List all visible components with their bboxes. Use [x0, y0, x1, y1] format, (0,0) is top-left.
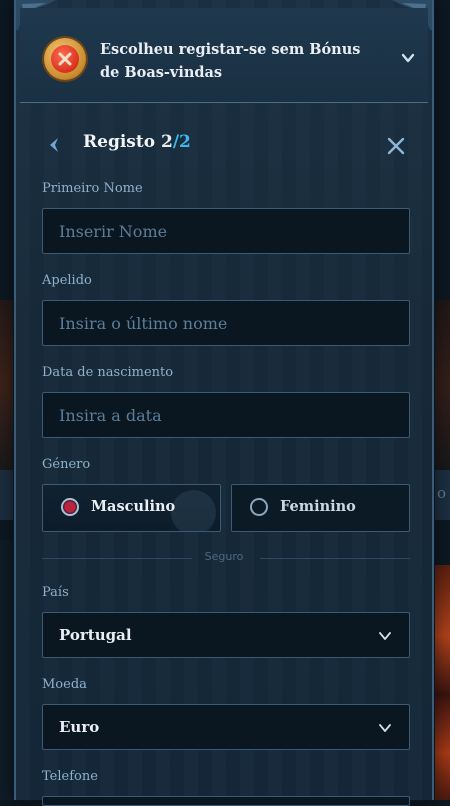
gender-option-female-label: Feminino: [280, 498, 356, 515]
close-icon[interactable]: [386, 136, 406, 156]
currency-select-value: Euro: [59, 718, 100, 736]
bonus-banner[interactable]: Escolheu registar-se sem Bónus de Boas-v…: [20, 8, 428, 103]
first-name-input[interactable]: [43, 209, 409, 253]
background-panel-left: [0, 540, 14, 800]
birth-date-field: [42, 392, 410, 438]
no-bonus-x-icon: [44, 38, 86, 80]
country-label: País: [42, 585, 69, 600]
radio-unselected-icon: [250, 498, 268, 516]
background-band-text: o: [436, 484, 446, 502]
chevron-down-icon: [379, 724, 391, 732]
chevron-down-icon[interactable]: [400, 50, 416, 66]
background-game-thumbnails: [432, 565, 450, 800]
currency-label: Moeda: [42, 677, 87, 692]
first-name-label: Primeiro Nome: [42, 181, 143, 196]
birth-date-input[interactable]: [43, 393, 409, 437]
title-total: 2: [179, 132, 191, 152]
bonus-banner-text: Escolheu registar-se sem Bónus de Boas-v…: [100, 41, 361, 81]
last-name-label: Apelido: [42, 273, 92, 288]
registration-title: Registo 2/2: [83, 132, 191, 152]
title-step: 2: [160, 132, 173, 152]
phone-label: Telefone: [42, 769, 98, 784]
back-chevron-left-icon[interactable]: [46, 136, 62, 154]
phone-field[interactable]: [42, 796, 410, 806]
title-text: Registo: [83, 132, 156, 152]
gender-option-female[interactable]: Feminino: [231, 484, 410, 532]
radio-selected-icon: [61, 498, 79, 516]
country-select-value: Portugal: [59, 626, 132, 644]
registration-modal: Escolheu registar-se sem Bónus de Boas-v…: [14, 0, 434, 806]
first-name-field: [42, 208, 410, 254]
currency-select[interactable]: Euro: [42, 704, 410, 750]
birth-date-label: Data de nascimento: [42, 365, 174, 380]
registration-header: Registo 2/2: [16, 128, 432, 162]
country-select[interactable]: Portugal: [42, 612, 410, 658]
secure-divider-label: Seguro: [204, 550, 244, 563]
gender-option-male[interactable]: Masculino: [42, 484, 221, 532]
last-name-input[interactable]: [43, 301, 409, 345]
gender-label: Género: [42, 457, 91, 472]
chevron-down-icon: [379, 632, 391, 640]
gender-option-male-label: Masculino: [91, 498, 176, 515]
last-name-field: [42, 300, 410, 346]
